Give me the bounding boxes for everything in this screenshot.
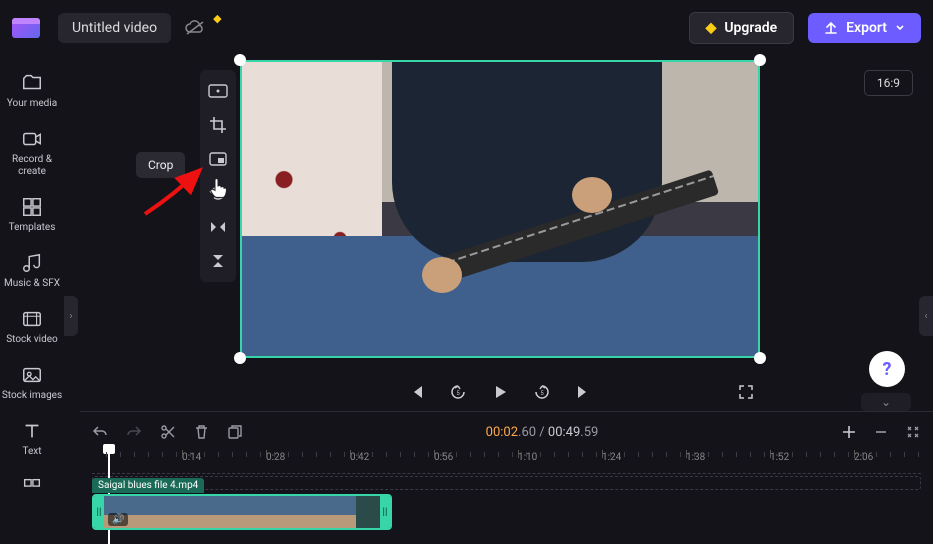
ruler-tick: 1:38 — [686, 452, 705, 463]
sidebar-record-create[interactable]: Record & create — [0, 128, 64, 178]
sidebar-stock-video[interactable]: Stock video — [6, 308, 58, 346]
ruler-tick: 2:06 — [854, 452, 873, 463]
resize-handle-br[interactable] — [754, 352, 766, 364]
flip-vertical-tool[interactable] — [207, 250, 229, 272]
resize-handle-tr[interactable] — [754, 54, 766, 66]
left-sidebar: Your media Record & create Templates Mus… — [0, 56, 64, 543]
split-icon[interactable] — [160, 424, 176, 440]
clip-trim-left[interactable]: || — [94, 496, 104, 528]
undo-icon[interactable] — [92, 424, 108, 440]
clip-volume-icon[interactable]: 🔊 — [108, 513, 128, 526]
upgrade-button[interactable]: ◆ Upgrade — [689, 12, 795, 44]
cloud-sync-off-icon[interactable] — [185, 20, 205, 36]
duplicate-icon[interactable] — [227, 424, 243, 440]
aspect-ratio-selector[interactable]: 16:9 — [864, 70, 913, 96]
svg-text:5: 5 — [540, 390, 544, 397]
sidebar-templates[interactable]: Templates — [9, 196, 56, 234]
empty-track[interactable] — [92, 476, 921, 490]
ruler-tick: 1:52 — [770, 452, 789, 463]
expand-left-panel[interactable]: › — [64, 296, 78, 336]
playback-controls: 5 5 — [240, 374, 760, 410]
sidebar-label: Record & create — [0, 154, 64, 178]
resize-handle-bl[interactable] — [234, 352, 246, 364]
fullscreen-icon[interactable] — [738, 384, 754, 400]
sidebar-your-media[interactable]: Your media — [7, 72, 57, 110]
zoom-fit-icon[interactable] — [905, 424, 921, 440]
sidebar-label: Stock video — [6, 334, 58, 346]
pip-tool[interactable] — [207, 148, 229, 170]
canvas-toolbar — [200, 70, 236, 282]
rewind-icon[interactable]: 5 — [449, 383, 467, 401]
ruler-tick: 1:24 — [602, 452, 621, 463]
chevron-down-icon — [895, 23, 905, 33]
redo-icon[interactable] — [126, 424, 142, 440]
svg-text:5: 5 — [456, 390, 460, 397]
fit-tool[interactable] — [207, 80, 229, 102]
add-track-icon[interactable] — [841, 424, 857, 440]
sidebar-label: Templates — [9, 222, 56, 234]
sidebar-stock-images[interactable]: Stock images — [2, 364, 62, 402]
help-button[interactable]: ? — [869, 351, 905, 387]
diamond-icon: ◆ — [706, 20, 717, 36]
skip-start-icon[interactable] — [409, 384, 425, 400]
forward-icon[interactable]: 5 — [533, 383, 551, 401]
zoom-out-icon[interactable] — [873, 424, 889, 440]
ruler-tick: 0:56 — [434, 452, 453, 463]
ruler-tick: 1:10 — [518, 452, 537, 463]
sidebar-more[interactable] — [21, 476, 43, 498]
sidebar-label: Music & SFX — [4, 278, 60, 290]
timeline-ruler[interactable]: 0:14 0:28 0:42 0:56 1:10 1:24 1:38 1:52 2:06 — [92, 452, 921, 474]
expand-right-panel[interactable]: ‹ — [919, 296, 933, 336]
sidebar-label: Text — [22, 446, 41, 458]
sidebar-music-sfx[interactable]: Music & SFX — [4, 252, 60, 290]
crop-tool[interactable] — [207, 114, 229, 136]
premium-indicator-icon: ◆ — [213, 12, 221, 25]
resize-handle-tl[interactable] — [234, 54, 246, 66]
delete-icon[interactable] — [194, 424, 209, 440]
sidebar-label: Stock images — [2, 390, 62, 402]
play-icon[interactable] — [491, 383, 509, 401]
crop-tooltip: Crop — [136, 152, 185, 178]
ruler-tick: 0:14 — [182, 452, 201, 463]
export-label: Export — [846, 20, 887, 36]
flip-horizontal-tool[interactable] — [207, 216, 229, 238]
ruler-tick: 0:42 — [350, 452, 369, 463]
rotate-tool[interactable] — [207, 182, 229, 204]
video-preview[interactable] — [240, 60, 760, 358]
clip-filename: Saigal blues file 4.mp4 — [92, 478, 204, 493]
ruler-tick: 0:28 — [266, 452, 285, 463]
export-button[interactable]: Export — [808, 13, 921, 43]
panel-collapse[interactable]: ⌄ — [861, 393, 911, 411]
clip-trim-right[interactable]: || — [380, 496, 390, 528]
app-logo — [12, 18, 40, 38]
skip-end-icon[interactable] — [575, 384, 591, 400]
project-title[interactable]: Untitled video — [58, 13, 171, 43]
sidebar-text[interactable]: Text — [21, 420, 43, 458]
timecode-display: 00:02.60 / 00:49.59 — [261, 425, 823, 440]
sidebar-label: Your media — [7, 98, 57, 110]
upload-icon — [824, 21, 838, 35]
video-clip[interactable]: || || 🔊 — [92, 494, 392, 530]
timeline: 00:02.60 / 00:49.59 0:14 0:28 0:42 0:56 1:10… — [80, 411, 933, 543]
upgrade-label: Upgrade — [724, 20, 777, 36]
